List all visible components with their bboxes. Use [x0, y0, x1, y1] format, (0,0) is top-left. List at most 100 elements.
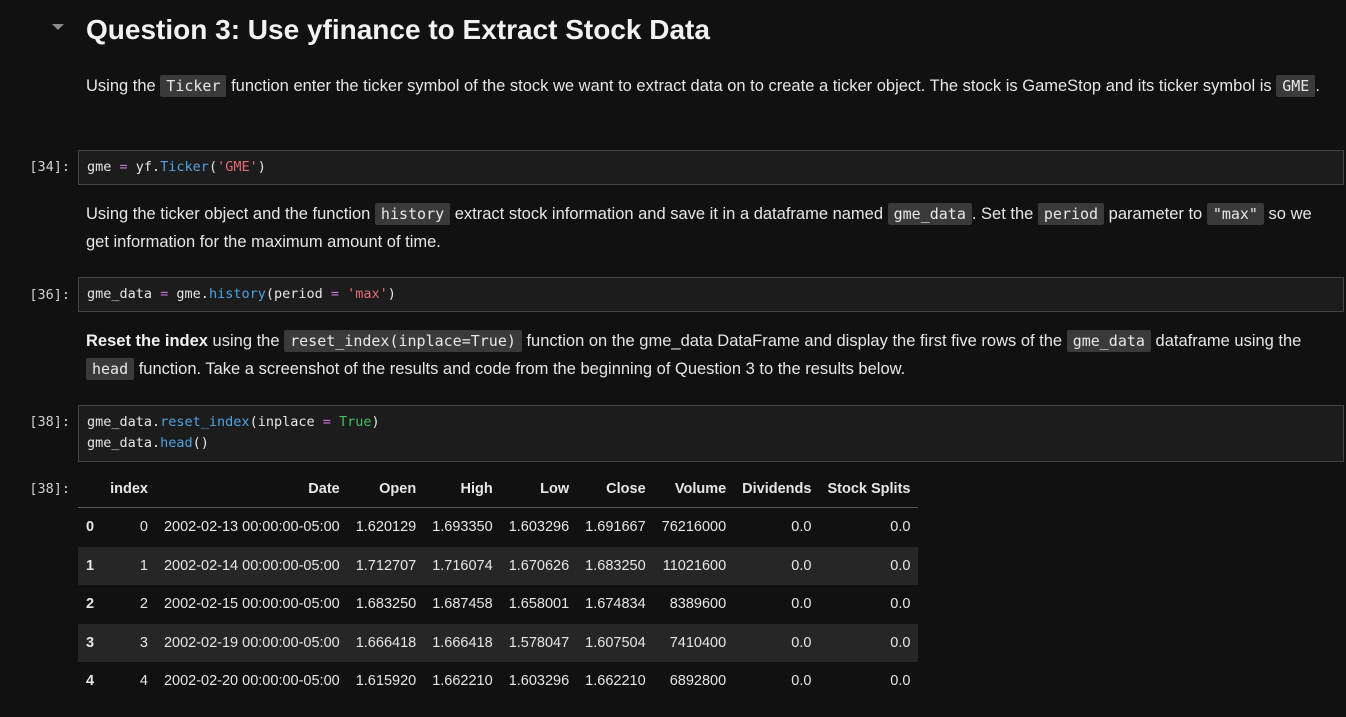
code-cell-36[interactable]: gme_data = gme.history(period = 'max'): [78, 277, 1344, 312]
table-cell: 1.716074: [424, 546, 501, 585]
table-cell: 1.662210: [585, 673, 646, 690]
inline-code-reset-index: reset_index(inplace=True): [284, 330, 522, 352]
table-cell: 1.683250: [577, 546, 654, 585]
table-header-close: Close: [577, 470, 654, 508]
table-cell: 1.607504: [577, 623, 654, 662]
bold-text: Reset the index: [86, 332, 208, 350]
table-cell: 1.662210: [432, 673, 493, 690]
table-row: 0 0 2002-02-13 00:00:00-05:00 1.620129 1…: [78, 508, 918, 547]
table-cell: 1.666418: [424, 623, 501, 662]
table-cell: 0.0: [819, 546, 919, 585]
table-cell: 0.0: [890, 596, 911, 613]
table-header-stock-splits: Stock Splits: [819, 470, 919, 508]
code-line[interactable]: gme_data.reset_index(inplace = True): [87, 412, 380, 433]
table-cell: 1.615920: [355, 673, 417, 690]
table-cell: 6892800: [669, 673, 727, 690]
markdown-paragraph-history: Using the ticker object and the function…: [86, 200, 1336, 256]
table-row: 3 3 2002-02-19 00:00:00-05:00 1.666418 1…: [78, 623, 919, 662]
table-cell: 1: [102, 546, 156, 585]
code-line[interactable]: gme_data = gme.history(period = 'max'): [87, 284, 396, 305]
table-cell: 2: [86, 596, 95, 613]
code-line[interactable]: gme = yf.Ticker('GME'): [87, 157, 266, 178]
table-cell: 1.687458: [432, 596, 493, 613]
paragraph-text: extract stock information and save it in…: [450, 205, 888, 223]
table-cell: 4: [139, 673, 148, 690]
table-cell: 3: [102, 623, 156, 662]
table-header-open: Open: [347, 470, 425, 508]
markdown-paragraph-ticker: Using the Ticker function enter the tick…: [86, 72, 1336, 100]
inline-code-period: period: [1037, 203, 1105, 225]
table-cell: 1.693350: [432, 519, 493, 536]
table-row: 1 1 2002-02-14 00:00:00-05:00 1.712707 1…: [78, 546, 919, 585]
inline-code-gme-data: gme_data: [887, 203, 972, 225]
output-prompt-38: [38]:: [29, 481, 70, 497]
paragraph-text: dataframe using the: [1150, 332, 1302, 350]
table-row: 4 4 2002-02-20 00:00:00-05:00 1.615920 1…: [78, 662, 918, 701]
inline-code-max: "max": [1206, 203, 1264, 225]
table-cell: 0.0: [819, 623, 919, 662]
table-cell: 11021600: [653, 546, 735, 585]
table-cell: 2002-02-13 00:00:00-05:00: [163, 519, 340, 536]
table-cell: 0: [86, 519, 95, 536]
table-cell: 0.0: [791, 596, 812, 613]
table-header-blank: [78, 470, 103, 508]
table-header-dividends: Dividends: [734, 470, 820, 508]
collapse-heading-caret-icon[interactable]: [52, 24, 64, 30]
table-cell: 1.666418: [347, 623, 425, 662]
paragraph-text: function on the gme_data DataFrame and d…: [521, 332, 1067, 350]
table-cell: 1.620129: [355, 519, 417, 536]
cell-prompt-38: [38]:: [29, 414, 70, 430]
table-cell: 2002-02-14 00:00:00-05:00: [155, 546, 348, 585]
paragraph-text: Using the ticker object and the function: [86, 205, 375, 223]
table-cell: 1: [78, 546, 103, 585]
table-cell: 0.0: [791, 673, 812, 690]
table-cell: 0.0: [890, 519, 911, 536]
table-header-index: index: [102, 470, 156, 508]
inline-code-gme-data: gme_data: [1066, 330, 1151, 352]
table-cell: 1.691667: [585, 519, 646, 536]
table-cell: 0.0: [890, 673, 911, 690]
table-cell: 1.712707: [347, 546, 425, 585]
code-line[interactable]: gme_data.head(): [87, 433, 209, 454]
table-cell: 2002-02-19 00:00:00-05:00: [155, 623, 348, 662]
paragraph-text: parameter to: [1104, 205, 1207, 223]
table-header-low: Low: [500, 470, 578, 508]
table-cell: 4: [86, 673, 95, 690]
table-cell: 1.658001: [508, 596, 570, 613]
cell-prompt-34: [34]:: [29, 159, 70, 175]
table-cell: 8389600: [669, 596, 727, 613]
paragraph-text: . Set the: [971, 205, 1038, 223]
dataframe-output-table: index Date Open High Low Close Volume Di…: [78, 470, 919, 701]
inline-code-head: head: [86, 358, 135, 380]
table-header-date: Date: [155, 470, 348, 508]
table-header-volume: Volume: [653, 470, 735, 508]
table-cell: 1.670626: [500, 546, 578, 585]
markdown-paragraph-reset-index: Reset the index using the reset_index(in…: [86, 327, 1336, 383]
table-cell: 2: [139, 596, 148, 613]
table-header-row: index Date Open High Low Close Volume Di…: [78, 470, 919, 508]
table-cell: 0: [139, 519, 148, 536]
cell-prompt-36: [36]:: [29, 287, 70, 303]
table-row: 2 2 2002-02-15 00:00:00-05:00 1.683250 1…: [78, 585, 918, 624]
table-cell: 1.578047: [500, 623, 578, 662]
table-cell: 0.0: [734, 623, 820, 662]
code-cell-38[interactable]: gme_data.reset_index(inplace = True) gme…: [78, 405, 1344, 462]
table-cell: 1.683250: [355, 596, 417, 613]
table-cell: 0.0: [734, 546, 820, 585]
table-cell: 1.674834: [585, 596, 646, 613]
paragraph-text: Using the: [86, 77, 161, 95]
table-cell: 0.0: [791, 519, 812, 536]
table-cell: 3: [78, 623, 103, 662]
paragraph-text: function. Take a screenshot of the resul…: [134, 360, 906, 378]
inline-code-ticker: Ticker: [160, 75, 227, 97]
paragraph-text: function enter the ticker symbol of the …: [226, 77, 1277, 95]
table-cell: 76216000: [661, 519, 727, 536]
inline-code-gme: GME: [1276, 75, 1316, 97]
table-cell: 2002-02-20 00:00:00-05:00: [163, 673, 340, 690]
table-cell: 2002-02-15 00:00:00-05:00: [163, 596, 340, 613]
code-cell-34[interactable]: gme = yf.Ticker('GME'): [78, 150, 1344, 185]
inline-code-history: history: [374, 203, 451, 225]
paragraph-text: .: [1315, 77, 1320, 95]
table-cell: 1.603296: [508, 519, 570, 536]
paragraph-text: using the: [207, 332, 285, 350]
